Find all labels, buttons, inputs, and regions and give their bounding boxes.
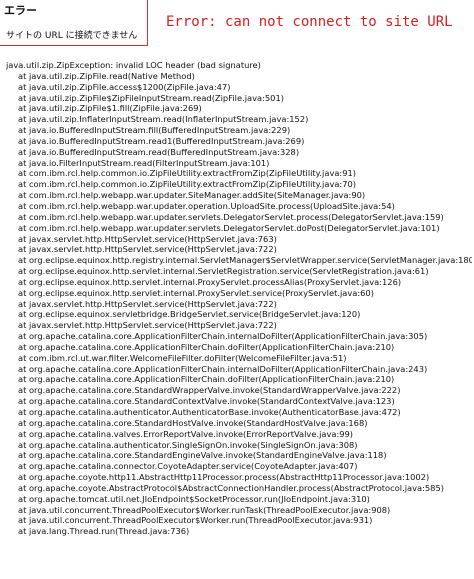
stack-trace-frame: at javax.servlet.http.HttpServlet.servic… (18, 298, 277, 309)
stack-trace-frame: at com.ibm.rcl.ut.war.filter.WelcomeFile… (18, 352, 347, 363)
stack-trace-frame: at com.ibm.rcl.help.webapp.war.updater.o… (18, 200, 395, 211)
stack-trace-frame: at org.apache.catalina.core.ApplicationF… (18, 341, 395, 352)
stack-trace-frame: at com.ibm.rcl.help.webapp.war.updater.S… (18, 190, 366, 201)
stack-trace-frame: at org.apache.catalina.core.StandardHost… (18, 417, 368, 428)
stack-trace-frame: at org.apache.coyote.http11.AbstractHttp… (18, 472, 430, 483)
error-annotation: Error: can not connect to site URL (166, 14, 453, 30)
stack-trace-frame: at com.ibm.rcl.help.common.io.ZipFileUti… (18, 168, 357, 179)
stack-trace-header: java.util.zip.ZipException: invalid LOC … (6, 60, 261, 70)
stack-trace: java.util.zip.ZipException: invalid LOC … (6, 60, 472, 537)
stack-trace-frame: at java.util.zip.ZipFile$ZipFileInputStr… (18, 92, 284, 103)
stack-trace-frame: at java.util.concurrent.ThreadPoolExecut… (18, 504, 391, 515)
stack-trace-frame: at java.util.zip.ZipFile.read(Native Met… (18, 70, 195, 81)
stack-trace-frame: at org.eclipse.equinox.http.servlet.inte… (18, 276, 402, 287)
stack-trace-frame: at java.util.zip.ZipFile.access$1200(Zip… (18, 81, 231, 92)
stack-trace-frame: at org.eclipse.equinox.http.servlet.inte… (18, 266, 429, 277)
stack-trace-frame: at javax.servlet.http.HttpServlet.servic… (18, 244, 277, 255)
stack-trace-frame: at org.eclipse.equinox.servletbridge.Bri… (18, 309, 361, 320)
stack-trace-frame: at org.apache.coyote.AbstractProtocol$Ab… (18, 482, 444, 493)
stack-trace-frame: at org.apache.tomcat.util.net.JIoEndpoin… (18, 493, 370, 504)
stack-trace-frame: at org.apache.catalina.connector.CoyoteA… (18, 461, 358, 472)
stack-trace-frame: at org.apache.catalina.core.StandardEngi… (18, 450, 387, 461)
stack-trace-frame: at org.eclipse.equinox.http.servlet.inte… (18, 287, 374, 298)
stack-trace-frame: at java.util.zip.InflaterInputStream.rea… (18, 114, 309, 125)
stack-trace-frame: at org.eclipse.equinox.http.registry.int… (18, 255, 472, 266)
stack-trace-frame: at com.ibm.rcl.help.webapp.war.updater.s… (18, 222, 440, 233)
stack-trace-frame: at java.io.FilterInputStream.read(Filter… (18, 157, 270, 168)
stack-trace-frame: at org.apache.catalina.authenticator.Sin… (18, 439, 358, 450)
stack-trace-frame: at com.ibm.rcl.help.webapp.war.updater.s… (18, 211, 444, 222)
stack-trace-frame: at com.ibm.rcl.help.common.io.ZipFileUti… (18, 179, 357, 190)
stack-trace-frame: at java.io.BufferedInputStream.read1(Buf… (18, 135, 305, 146)
stack-trace-frame: at org.apache.catalina.core.ApplicationF… (18, 331, 428, 342)
stack-trace-frames: at java.util.zip.ZipFile.read(Native Met… (6, 71, 472, 537)
stack-trace-frame: at org.apache.catalina.authenticator.Aut… (18, 407, 401, 417)
stack-trace-frame: at java.lang.Thread.run(Thread.java:736) (18, 526, 190, 537)
stack-trace-frame: at org.apache.catalina.valves.ErrorRepor… (18, 428, 354, 439)
error-dialog: エラー サイトの URL に接続できません (0, 0, 148, 46)
stack-trace-frame: at java.util.zip.ZipFile$1.fill(ZipFile.… (18, 103, 202, 114)
stack-trace-frame: at org.apache.catalina.core.StandardCont… (18, 396, 395, 407)
stack-trace-frame: at java.io.BufferedInputStream.fill(Buff… (18, 125, 291, 136)
stack-trace-frame: at org.apache.catalina.core.StandardWrap… (18, 385, 401, 396)
stack-trace-frame: at java.io.BufferedInputStream.read(Buff… (18, 146, 300, 157)
stack-trace-frame: at javax.servlet.http.HttpServlet.servic… (18, 233, 277, 244)
stack-trace-frame: at org.apache.catalina.core.ApplicationF… (18, 363, 428, 374)
stack-trace-frame: at org.apache.catalina.core.ApplicationF… (18, 374, 395, 385)
stack-trace-frame: at javax.servlet.http.HttpServlet.servic… (18, 320, 277, 331)
dialog-title: エラー (4, 4, 37, 17)
dialog-message: サイトの URL に接続できません (6, 31, 138, 41)
stack-trace-frame: at java.util.concurrent.ThreadPoolExecut… (18, 515, 373, 526)
